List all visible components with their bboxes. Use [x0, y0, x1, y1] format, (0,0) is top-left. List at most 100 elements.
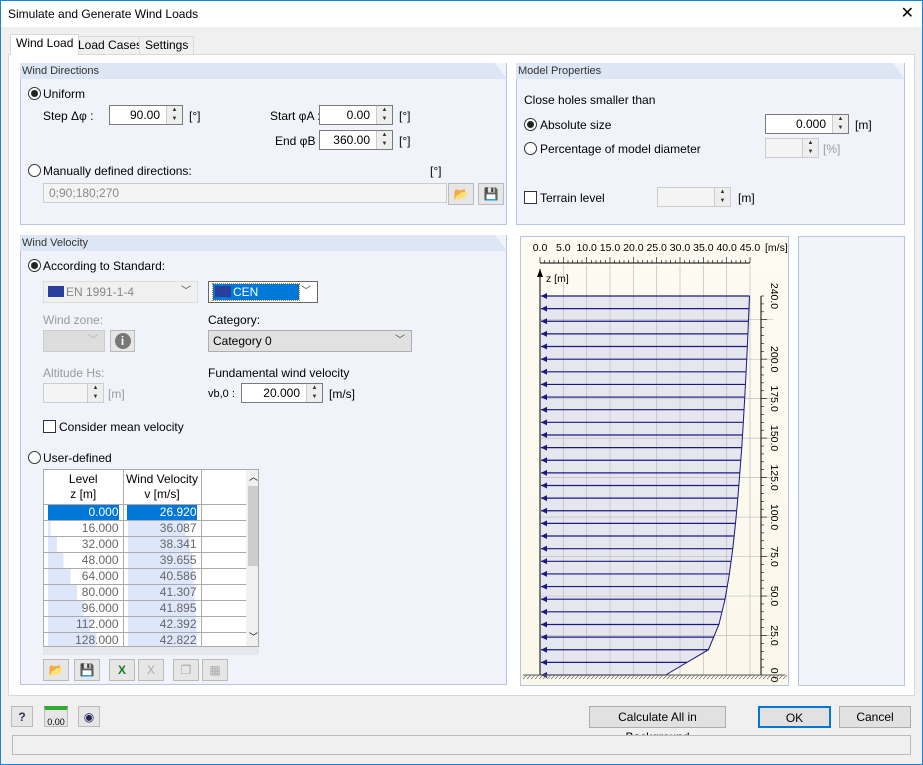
category-select[interactable]: Category 0 ﹀: [208, 330, 412, 352]
header-unit: z [m]: [70, 486, 97, 501]
step-input[interactable]: 90.00 ▲ ▼: [109, 105, 183, 125]
table-row[interactable]: 0.000 26.920: [44, 504, 246, 521]
standard-radio[interactable]: [28, 259, 41, 272]
ok-button[interactable]: OK: [758, 706, 831, 728]
table-cell[interactable]: 128.000: [44, 632, 124, 646]
table-cell[interactable]: 41.895: [123, 600, 202, 617]
scroll-down-icon[interactable]: ﹀: [249, 630, 258, 643]
national-annex-select[interactable]: CEN ﹀: [208, 281, 318, 303]
import-button[interactable]: 📂: [43, 659, 69, 681]
import-excel-button[interactable]: X: [138, 659, 164, 681]
end-input[interactable]: 360.00 ▲ ▼: [319, 130, 393, 150]
export-excel-button[interactable]: X: [109, 659, 135, 681]
table-scrollbar[interactable]: ︿ ﹀: [246, 470, 258, 646]
table-cell[interactable]: 40.586: [123, 568, 202, 585]
view-button[interactable]: ◉: [78, 706, 100, 727]
scroll-up-icon[interactable]: ︿: [249, 470, 258, 483]
table-cell[interactable]: 38.341: [123, 536, 202, 553]
copy-icon: ❐: [180, 663, 192, 677]
table-cell[interactable]: 112.000: [44, 616, 124, 633]
empty-header: [201, 470, 246, 505]
start-unit: [°]: [399, 109, 411, 123]
scrollbar-thumb[interactable]: [248, 486, 258, 566]
table-cell[interactable]: 42.392: [123, 616, 202, 633]
velocity-table[interactable]: Level z [m] Wind Velocity v [m/s] 0.000 26.92…: [43, 469, 259, 647]
ground-hatch: [694, 674, 700, 680]
table-cell[interactable]: 26.920: [123, 504, 202, 521]
table-cell[interactable]: 39.655: [123, 552, 202, 569]
start-spinner[interactable]: ▲ ▼: [376, 106, 392, 124]
terrain-level-spinner[interactable]: ▲ ▼: [714, 188, 730, 206]
uniform-radio[interactable]: [28, 87, 41, 100]
terrain-level-checkbox[interactable]: [524, 191, 537, 204]
user-defined-radio[interactable]: [28, 451, 41, 464]
ground-hatch: [758, 674, 764, 680]
absolute-size-radio[interactable]: [524, 118, 537, 131]
table-cell[interactable]: 42.822: [123, 632, 202, 646]
close-icon[interactable]: ✕: [901, 1, 914, 27]
calculator-button[interactable]: ▦: [202, 659, 228, 681]
status-bar: [12, 735, 911, 755]
copy-button[interactable]: ❐: [173, 659, 199, 681]
wind-zone-select[interactable]: ﹀: [43, 330, 105, 352]
table-row[interactable]: 128.000 42.822: [44, 632, 246, 646]
altitude-spinner[interactable]: ▲ ▼: [87, 384, 103, 402]
info-button[interactable]: i: [110, 330, 135, 352]
start-input[interactable]: 0.00 ▲ ▼: [319, 105, 393, 125]
altitude-input[interactable]: ▲ ▼: [43, 383, 104, 403]
table-row[interactable]: 96.000 41.895: [44, 600, 246, 617]
vb0-spinner[interactable]: ▲ ▼: [306, 384, 322, 402]
table-row[interactable]: 32.000 38.341: [44, 536, 246, 553]
table-row[interactable]: 16.000 36.087: [44, 520, 246, 537]
tab-wind-load[interactable]: Wind Load: [10, 34, 80, 55]
step-spinner[interactable]: ▲ ▼: [166, 106, 182, 124]
x-tick-label: 15.0: [600, 242, 621, 254]
end-spinner[interactable]: ▲ ▼: [376, 131, 392, 149]
manual-directions-input[interactable]: 0;90;180;270: [43, 183, 447, 203]
help-button[interactable]: ?: [11, 706, 33, 727]
ground-hatch: [746, 674, 752, 680]
table-cell[interactable]: 32.000: [44, 536, 124, 553]
calculate-all-button[interactable]: Calculate All in Background: [589, 706, 726, 744]
info-icon: i: [114, 333, 131, 349]
excel-import-icon: X: [146, 663, 155, 677]
percentage-spinner[interactable]: ▲ ▼: [802, 139, 818, 157]
empty-cell: [201, 632, 246, 646]
window-title: Simulate and Generate Wind Loads: [8, 7, 199, 21]
manual-radio[interactable]: [28, 164, 41, 177]
column-header[interactable]: Level z [m]: [44, 470, 124, 505]
table-row[interactable]: 80.000 41.307: [44, 584, 246, 601]
mean-velocity-checkbox[interactable]: [43, 420, 56, 433]
standard-select[interactable]: EN 1991-1-4 ﹀: [43, 281, 198, 303]
table-cell[interactable]: 48.000: [44, 552, 124, 569]
table-cell[interactable]: 64.000: [44, 568, 124, 585]
terrain-level-input[interactable]: ▲ ▼: [657, 187, 731, 207]
manual-unit: [°]: [430, 164, 442, 178]
column-header[interactable]: Wind Velocity v [m/s]: [123, 470, 202, 505]
table-row[interactable]: 112.000 42.392: [44, 616, 246, 633]
ground-hatch: [730, 674, 736, 680]
table-cell[interactable]: 0.000: [44, 504, 124, 521]
table-row[interactable]: 48.000 39.655: [44, 552, 246, 569]
empty-cell: [201, 536, 246, 553]
ground-hatch: [754, 674, 760, 680]
table-row[interactable]: 64.000 40.586: [44, 568, 246, 585]
table-cell[interactable]: 80.000: [44, 584, 124, 601]
table-cell[interactable]: 41.307: [123, 584, 202, 601]
units-button[interactable]: 0.00: [44, 706, 68, 727]
table-cell[interactable]: 16.000: [44, 520, 124, 537]
open-folder-button[interactable]: 📂: [448, 183, 474, 205]
table-cell[interactable]: 36.087: [123, 520, 202, 537]
z-tick-label: 175.0: [768, 386, 780, 412]
tab-settings[interactable]: Settings: [139, 36, 195, 55]
absolute-size-input[interactable]: 0.000 ▲ ▼: [765, 114, 849, 134]
save-table-button[interactable]: 💾: [74, 659, 100, 681]
vb0-input[interactable]: 20.000 ▲ ▼: [241, 383, 323, 403]
cancel-button[interactable]: Cancel: [839, 706, 911, 728]
tab-load-cases[interactable]: Load Cases: [72, 36, 149, 55]
save-button[interactable]: 💾: [478, 183, 504, 205]
table-cell[interactable]: 96.000: [44, 600, 124, 617]
percentage-input[interactable]: ▲ ▼: [765, 138, 819, 158]
absolute-size-spinner[interactable]: ▲ ▼: [832, 115, 848, 133]
percentage-radio[interactable]: [524, 142, 537, 155]
